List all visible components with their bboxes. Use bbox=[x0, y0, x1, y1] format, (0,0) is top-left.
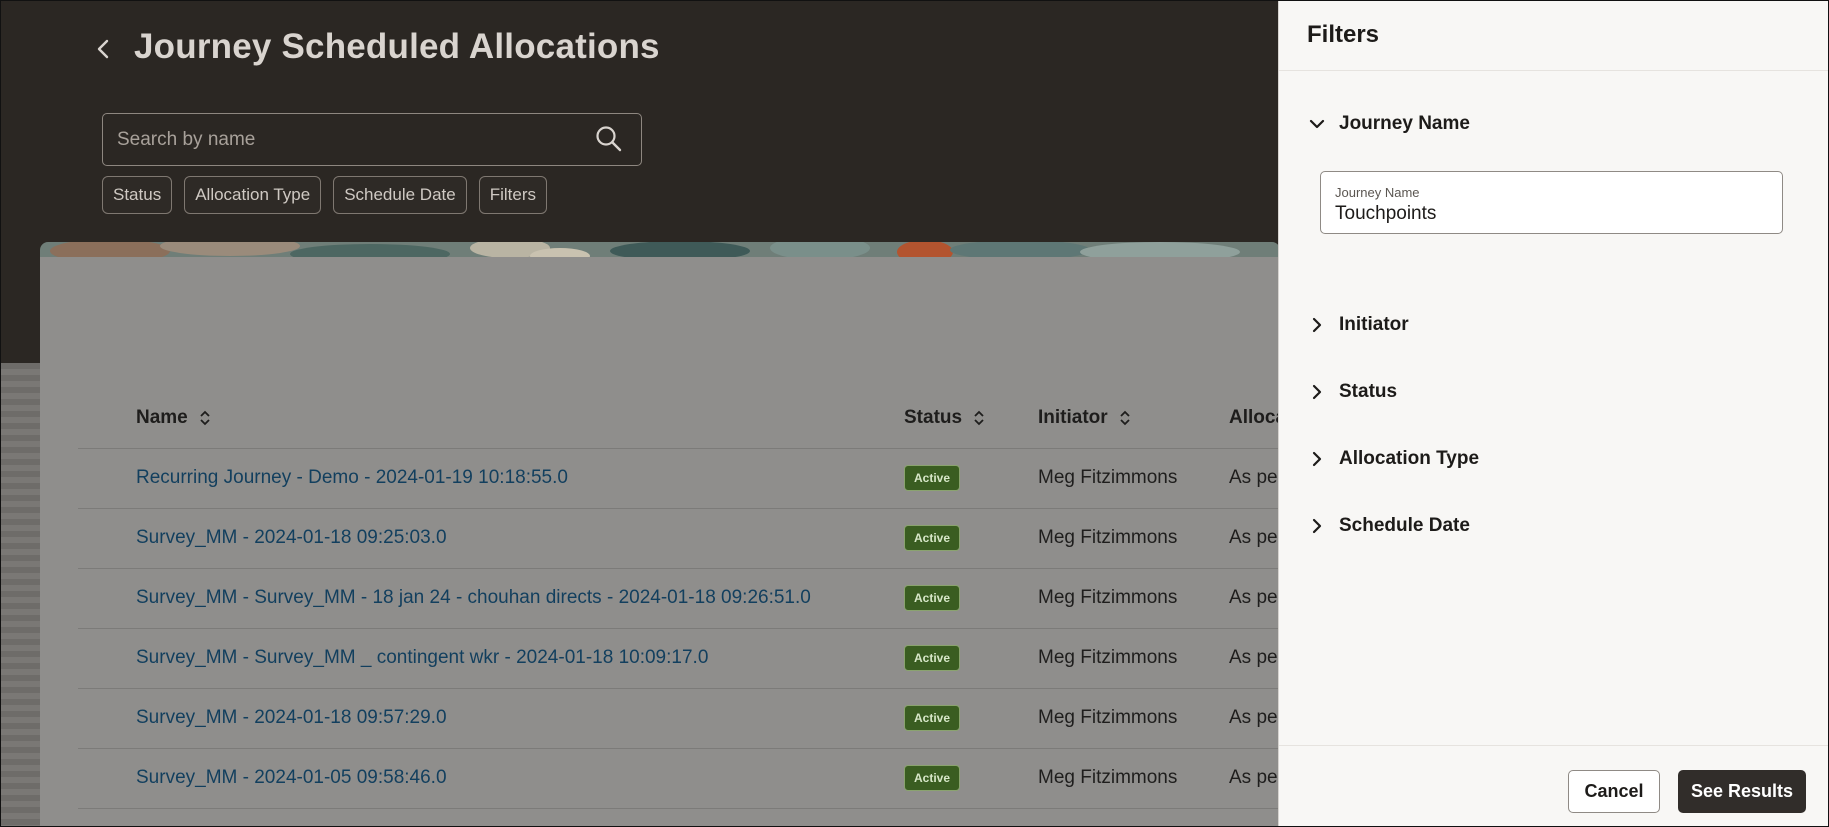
page-title: Journey Scheduled Allocations bbox=[134, 27, 660, 66]
chip-schedule-date[interactable]: Schedule Date bbox=[333, 176, 467, 214]
column-initiator-label: Initiator bbox=[1038, 407, 1108, 428]
section-initiator[interactable]: Initiator bbox=[1309, 314, 1409, 336]
allocation-cell: As pe bbox=[1229, 587, 1278, 608]
allocation-cell: As pe bbox=[1229, 767, 1278, 788]
cancel-button[interactable]: Cancel bbox=[1568, 770, 1660, 813]
initiator-cell: Meg Fitzimmons bbox=[1038, 767, 1178, 788]
chevron-right-icon bbox=[1312, 451, 1322, 467]
row-name-link[interactable]: Survey_MM - 2024-01-18 09:57:29.0 bbox=[136, 707, 447, 729]
column-allocation-label: Alloca bbox=[1229, 407, 1279, 428]
allocation-cell: As pe bbox=[1229, 707, 1278, 728]
column-initiator[interactable]: Initiator bbox=[1038, 407, 1132, 429]
column-allocation[interactable]: Alloca bbox=[1229, 407, 1279, 429]
status-badge: Active bbox=[904, 765, 961, 791]
status-cell: Active bbox=[904, 465, 961, 491]
see-results-button[interactable]: See Results bbox=[1678, 770, 1806, 813]
table-header: Name Status Initiator Alloca bbox=[78, 397, 1279, 449]
search-icon[interactable] bbox=[594, 124, 624, 154]
column-status-label: Status bbox=[904, 407, 963, 428]
screen: Journey Scheduled Allocations Status All… bbox=[0, 0, 1829, 827]
allocation-cell: As pe bbox=[1229, 467, 1278, 488]
row-name-link[interactable]: Survey_MM - Survey_MM _ contingent wkr -… bbox=[136, 647, 708, 669]
status-badge: Active bbox=[904, 465, 961, 491]
chip-filters[interactable]: Filters bbox=[478, 176, 547, 214]
section-allocation-type-label: Allocation Type bbox=[1339, 448, 1480, 469]
column-status[interactable]: Status bbox=[904, 407, 986, 429]
table-row: Survey_MM - Survey_MM _ contingent wkr -… bbox=[78, 629, 1278, 689]
allocation-cell: As pe bbox=[1229, 647, 1278, 668]
section-allocation-type[interactable]: Allocation Type bbox=[1309, 448, 1479, 470]
section-status[interactable]: Status bbox=[1309, 381, 1397, 403]
journey-name-field[interactable]: Journey Name bbox=[1320, 171, 1783, 234]
row-name-link[interactable]: Survey_MM - 2024-01-18 09:25:03.0 bbox=[136, 527, 447, 549]
status-cell: Active bbox=[904, 645, 961, 671]
initiator-cell: Meg Fitzimmons bbox=[1038, 647, 1178, 668]
column-name-label: Name bbox=[136, 407, 188, 428]
chevron-right-icon bbox=[1312, 317, 1322, 333]
initiator-cell: Meg Fitzimmons bbox=[1038, 527, 1178, 548]
divider bbox=[1279, 70, 1828, 71]
chevron-right-icon bbox=[1312, 518, 1322, 534]
sort-icon bbox=[974, 410, 984, 426]
chip-status[interactable]: Status bbox=[102, 176, 173, 214]
journey-name-field-label: Journey Name bbox=[1335, 185, 1420, 200]
column-name[interactable]: Name bbox=[136, 407, 212, 429]
section-initiator-label: Initiator bbox=[1339, 314, 1409, 335]
back-button[interactable] bbox=[89, 31, 119, 67]
status-cell: Active bbox=[904, 525, 961, 551]
chip-allocation-type[interactable]: Allocation Type bbox=[184, 176, 322, 214]
sort-icon bbox=[200, 410, 210, 426]
section-journey-name[interactable]: Journey Name bbox=[1309, 113, 1470, 135]
divider bbox=[1279, 745, 1828, 746]
status-cell: Active bbox=[904, 765, 961, 791]
journey-name-input[interactable] bbox=[1335, 201, 1765, 227]
table-row: Recurring Journey - Demo - 2024-01-19 10… bbox=[78, 449, 1278, 509]
row-name-link[interactable]: Survey_MM - 2024-01-05 09:58:46.0 bbox=[136, 767, 447, 789]
row-name-link[interactable]: Recurring Journey - Demo - 2024-01-19 10… bbox=[136, 467, 568, 489]
drawer-title: Filters bbox=[1307, 21, 1380, 48]
status-cell: Active bbox=[904, 705, 961, 731]
section-journey-name-label: Journey Name bbox=[1339, 113, 1470, 134]
section-schedule-date-label: Schedule Date bbox=[1339, 515, 1470, 536]
filter-chips: Status Allocation Type Schedule Date Fil… bbox=[102, 176, 547, 214]
initiator-cell: Meg Fitzimmons bbox=[1038, 587, 1178, 608]
status-badge: Active bbox=[904, 645, 961, 671]
status-badge: Active bbox=[904, 585, 961, 611]
initiator-cell: Meg Fitzimmons bbox=[1038, 707, 1178, 728]
table-row: Survey_MM - 2024-01-18 09:57:29.0 Active… bbox=[78, 689, 1278, 749]
section-schedule-date[interactable]: Schedule Date bbox=[1309, 515, 1470, 537]
table-row: Survey_MM - 2024-01-18 09:25:03.0 Active… bbox=[78, 509, 1278, 569]
sort-icon bbox=[1120, 410, 1130, 426]
initiator-cell: Meg Fitzimmons bbox=[1038, 467, 1178, 488]
chevron-right-icon bbox=[1312, 384, 1322, 400]
status-badge: Active bbox=[904, 525, 961, 551]
filters-drawer: Filters Journey Name Journey Name Initia… bbox=[1278, 1, 1828, 826]
search-input[interactable] bbox=[102, 113, 642, 166]
chevron-down-icon bbox=[1309, 119, 1325, 129]
section-status-label: Status bbox=[1339, 381, 1398, 402]
status-badge: Active bbox=[904, 705, 961, 731]
table-row: Survey_MM - Survey_MM - 18 jan 24 - chou… bbox=[78, 569, 1278, 629]
row-name-link[interactable]: Survey_MM - Survey_MM - 18 jan 24 - chou… bbox=[136, 587, 811, 609]
background-pattern bbox=[1, 363, 40, 826]
chevron-left-icon bbox=[97, 39, 109, 59]
table-row: Survey_MM - 2024-01-05 09:58:46.0 Active… bbox=[78, 749, 1278, 809]
status-cell: Active bbox=[904, 585, 961, 611]
allocation-cell: As pe bbox=[1229, 527, 1278, 548]
